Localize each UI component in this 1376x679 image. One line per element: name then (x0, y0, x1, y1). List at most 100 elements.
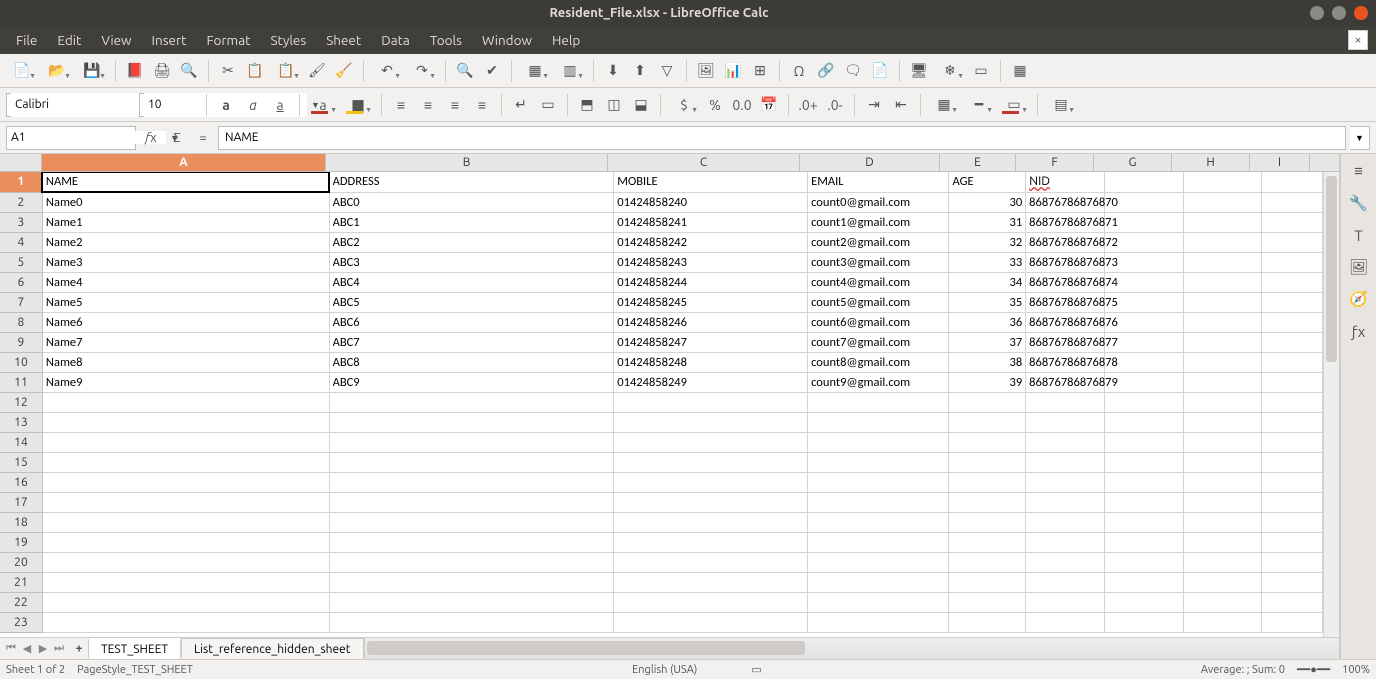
cell-F19[interactable] (1026, 532, 1105, 552)
cell-F18[interactable] (1026, 512, 1105, 532)
cell-C3[interactable]: 01424858241 (614, 212, 808, 232)
cell-G1[interactable] (1104, 172, 1183, 192)
cell-C8[interactable]: 01424858246 (614, 312, 808, 332)
cell-B22[interactable] (329, 592, 614, 612)
cell-A12[interactable] (42, 392, 329, 412)
cell-D18[interactable] (808, 512, 949, 532)
cond-format-button[interactable]: ▤▼ (1045, 93, 1077, 117)
cell-E12[interactable] (949, 392, 1026, 412)
menu-styles[interactable]: Styles (260, 28, 316, 52)
currency-button[interactable]: $▼ (668, 93, 700, 117)
cell-A2[interactable]: Name0 (42, 192, 329, 212)
cell-I17[interactable] (1262, 492, 1323, 512)
status-page-style[interactable]: PageStyle_TEST_SHEET (77, 664, 193, 676)
sort-asc-button[interactable]: ⬇ (601, 59, 625, 83)
cell-G21[interactable] (1104, 572, 1183, 592)
cell-D9[interactable]: count7@gmail.com (808, 332, 949, 352)
column-header-B[interactable]: B (326, 154, 608, 171)
cell-D20[interactable] (808, 552, 949, 572)
cell-H10[interactable] (1183, 352, 1262, 372)
number-fmt-button[interactable]: 0.0 (730, 93, 754, 117)
cell-F1[interactable]: NID (1026, 172, 1105, 192)
cell-E1[interactable]: AGE (949, 172, 1026, 192)
cell-I21[interactable] (1262, 572, 1323, 592)
menu-window[interactable]: Window (472, 28, 542, 52)
cell-F10[interactable]: 86876786876878 (1026, 352, 1105, 372)
cell-C6[interactable]: 01424858244 (614, 272, 808, 292)
window-close-button[interactable] (1354, 6, 1368, 20)
cell-A7[interactable]: Name5 (42, 292, 329, 312)
insert-chart-button[interactable]: 📊 (721, 59, 745, 83)
align-left-button[interactable]: ≡ (389, 93, 413, 117)
cell-I19[interactable] (1262, 532, 1323, 552)
cell-F15[interactable] (1026, 452, 1105, 472)
cell-H5[interactable] (1183, 252, 1262, 272)
cell-H16[interactable] (1183, 472, 1262, 492)
row-header-2[interactable]: 2 (0, 192, 42, 212)
cell-C10[interactable]: 01424858248 (614, 352, 808, 372)
date-fmt-button[interactable]: 📅 (757, 93, 781, 117)
cell-D23[interactable] (808, 612, 949, 632)
row-header-22[interactable]: 22 (0, 592, 42, 612)
open-button[interactable]: 📂▼ (41, 59, 73, 83)
underline-button[interactable]: a (268, 93, 292, 117)
cell-A4[interactable]: Name2 (42, 232, 329, 252)
cell-D11[interactable]: count9@gmail.com (808, 372, 949, 392)
cell-C16[interactable] (614, 472, 808, 492)
cell-D17[interactable] (808, 492, 949, 512)
add-sheet-button[interactable]: + (70, 638, 88, 659)
cell-A6[interactable]: Name4 (42, 272, 329, 292)
cell-B2[interactable]: ABC0 (329, 192, 614, 212)
row-header-7[interactable]: 7 (0, 292, 42, 312)
column-header-D[interactable]: D (800, 154, 940, 171)
cell-A17[interactable] (42, 492, 329, 512)
undo-button[interactable]: ↶▼ (371, 59, 403, 83)
row-header-19[interactable]: 19 (0, 532, 42, 552)
cell-F5[interactable]: 86876786876873 (1026, 252, 1105, 272)
insert-image-button[interactable]: 🖼 (694, 59, 718, 83)
cell-D13[interactable] (808, 412, 949, 432)
cell-H14[interactable] (1183, 432, 1262, 452)
tab-nav-prev[interactable]: ◀ (20, 642, 34, 655)
comment-button[interactable]: 🗨 (841, 59, 865, 83)
cell-B20[interactable] (329, 552, 614, 572)
cell-C13[interactable] (614, 412, 808, 432)
justify-button[interactable]: ≡ (470, 93, 494, 117)
cell-A16[interactable] (42, 472, 329, 492)
cell-D3[interactable]: count1@gmail.com (808, 212, 949, 232)
cell-D4[interactable]: count2@gmail.com (808, 232, 949, 252)
window-minimize-button[interactable] (1310, 6, 1324, 20)
cell-H19[interactable] (1183, 532, 1262, 552)
cell-C18[interactable] (614, 512, 808, 532)
cell-B1[interactable]: ADDRESS (329, 172, 614, 192)
cell-E8[interactable]: 36 (949, 312, 1026, 332)
cell-F8[interactable]: 86876786876876 (1026, 312, 1105, 332)
cell-A23[interactable] (42, 612, 329, 632)
row-header-16[interactable]: 16 (0, 472, 42, 492)
cell-E3[interactable]: 31 (949, 212, 1026, 232)
cell-B21[interactable] (329, 572, 614, 592)
cell-F4[interactable]: 86876786876872 (1026, 232, 1105, 252)
cell-A3[interactable]: Name1 (42, 212, 329, 232)
cell-I7[interactable] (1262, 292, 1323, 312)
cell-H1[interactable] (1183, 172, 1262, 192)
row-header-17[interactable]: 17 (0, 492, 42, 512)
cell-G20[interactable] (1104, 552, 1183, 572)
cell-C11[interactable]: 01424858249 (614, 372, 808, 392)
cell-A10[interactable]: Name8 (42, 352, 329, 372)
cell-D19[interactable] (808, 532, 949, 552)
copy-button[interactable]: 📋 (243, 59, 267, 83)
cell-D5[interactable]: count3@gmail.com (808, 252, 949, 272)
cell-C9[interactable]: 01424858247 (614, 332, 808, 352)
align-center-button[interactable]: ≡ (416, 93, 440, 117)
tab-nav-last[interactable]: ⏭ (52, 642, 66, 655)
column-header-G[interactable]: G (1094, 154, 1172, 171)
row-header-23[interactable]: 23 (0, 612, 42, 632)
cell-C22[interactable] (614, 592, 808, 612)
cell-D16[interactable] (808, 472, 949, 492)
sheet-tab-TEST_SHEET[interactable]: TEST_SHEET (88, 638, 181, 659)
tab-nav-first[interactable]: ⏮ (4, 642, 18, 655)
status-language[interactable]: English (USA) (632, 664, 697, 676)
cell-I9[interactable] (1262, 332, 1323, 352)
row-header-5[interactable]: 5 (0, 252, 42, 272)
